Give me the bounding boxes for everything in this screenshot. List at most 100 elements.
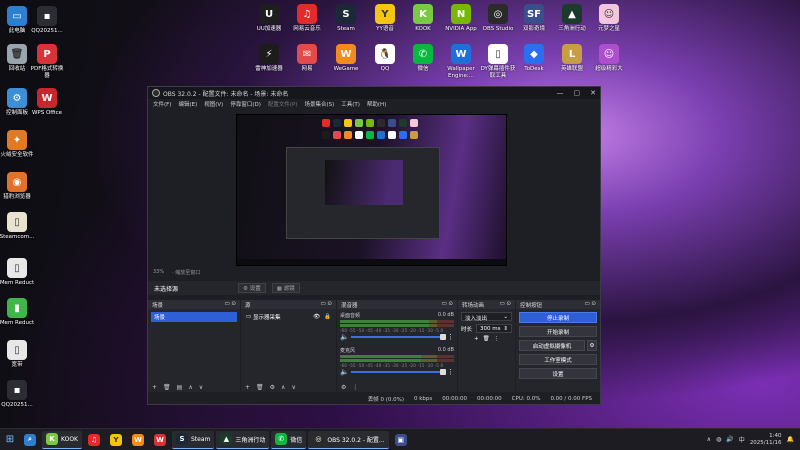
dock-menu-icon[interactable]: ▭ ⊙ xyxy=(224,301,236,308)
transition-button-0[interactable]: + xyxy=(474,336,479,342)
sources-footer-button-4[interactable]: ∨ xyxy=(291,384,295,391)
close-button[interactable]: ✕ xyxy=(590,89,596,97)
scenes-footer-button-2[interactable]: ▤ xyxy=(177,384,183,391)
taskbar-item-10[interactable]: ▣ xyxy=(391,431,411,449)
obs-titlebar[interactable]: OBS 32.0.2 - 配置文件: 未命名 - 场景: 未命名 — ▢ ✕ xyxy=(148,87,600,99)
desktop-left-icon-7[interactable]: ▮ Mem Reduct xyxy=(0,298,36,327)
desktop-second-icon-2[interactable]: W WPS Office xyxy=(28,88,66,117)
mixer-footer-button-1[interactable]: ⋮ xyxy=(352,384,358,391)
desktop-row2-icon-4[interactable]: ✆ 微信 xyxy=(404,44,442,73)
zoom-mode[interactable]: · 缩放至窗口 xyxy=(172,269,200,277)
virtual-camera-settings-icon[interactable]: ⚙ xyxy=(587,340,597,351)
control-button-3[interactable]: 工作室模式 xyxy=(519,354,597,365)
control-button-0[interactable]: 停止录制 xyxy=(519,312,597,323)
control-button-4[interactable]: 设置 xyxy=(519,368,597,379)
desktop-row2-icon-3[interactable]: 🐧 QQ xyxy=(366,44,404,73)
transition-button-1[interactable]: 🗑 xyxy=(483,336,490,342)
taskbar-item-0[interactable]: ⌕ xyxy=(20,431,40,449)
desktop-left-icon-3[interactable]: ✦ 火绒安全软件 xyxy=(0,130,36,159)
sources-footer-button-3[interactable]: ∧ xyxy=(281,384,285,391)
scenes-footer-button-0[interactable]: + xyxy=(152,384,157,391)
visibility-eye-icon[interactable]: 👁 xyxy=(313,314,320,320)
desktop-row2-icon-6[interactable]: ▯ DY弹幕插件获取工具 xyxy=(479,44,517,79)
transition-button-2[interactable]: ⋮ xyxy=(494,336,500,342)
transition-duration-input[interactable]: 300 ms ⇕ xyxy=(476,324,512,333)
desktop-left-icon-4[interactable]: ◉ 猎豹浏览器 xyxy=(0,172,36,201)
lock-icon[interactable]: 🔒 xyxy=(324,314,331,320)
source-item[interactable]: ▭ 显示器采集 👁 🔒 xyxy=(244,312,333,322)
input-method-indicator[interactable]: 中 xyxy=(739,435,745,444)
scenes-footer-button-4[interactable]: ∨ xyxy=(199,384,203,391)
desktop-row2-icon-5[interactable]: W Wallpaper Engine:... xyxy=(442,44,480,79)
taskbar-item-3[interactable]: Y xyxy=(106,431,126,449)
menu-item-1[interactable]: 编辑(E) xyxy=(178,100,197,108)
desktop-top-icon-8[interactable]: ▲ 三角洲行动 xyxy=(553,4,591,33)
desktop-top-icon-4[interactable]: K KOOK xyxy=(404,4,442,33)
taskbar-item-5[interactable]: W xyxy=(150,431,170,449)
desktop-second-icon-1[interactable]: P PDF格式转换器 xyxy=(28,44,66,79)
desktop-top-icon-9[interactable]: ☺ 元梦之星 xyxy=(590,4,628,33)
scenes-footer-button-1[interactable]: 🗑 xyxy=(163,384,171,391)
source-settings-button[interactable]: ⚙ 设置 xyxy=(238,283,266,293)
desktop-top-icon-6[interactable]: ◎ OBS Studio xyxy=(479,4,517,33)
menu-item-5[interactable]: 场景集合(S) xyxy=(304,100,334,108)
control-button-2[interactable]: 启动虚拟摄像机 xyxy=(519,340,585,351)
volume-slider[interactable] xyxy=(350,369,446,375)
maximize-button[interactable]: ▢ xyxy=(574,89,581,97)
sources-footer-button-1[interactable]: 🗑 xyxy=(256,384,264,391)
desktop-row2-icon-9[interactable]: ☺ 超级精彩大 xyxy=(590,44,628,73)
desktop-top-icon-0[interactable]: U UU加速器 xyxy=(250,4,288,33)
desktop-top-icon-3[interactable]: Y YY语音 xyxy=(366,4,404,33)
program-preview[interactable] xyxy=(236,114,507,266)
desktop-row2-icon-1[interactable]: ✉ 网易 xyxy=(288,44,326,73)
taskbar-item-2[interactable]: ♫ xyxy=(84,431,104,449)
network-icon[interactable]: ◍ xyxy=(716,436,721,443)
desktop-left-icon-8[interactable]: ▯ 宽带 xyxy=(0,340,36,369)
menu-item-4[interactable]: 配置文件(P) xyxy=(268,100,298,108)
volume-icon[interactable]: 🔊 xyxy=(726,436,733,443)
taskbar-item-8[interactable]: ✆ 微信 xyxy=(271,430,307,449)
desktop-left-icon-9[interactable]: ▪ QQ20251... xyxy=(0,380,36,409)
sources-footer-button-0[interactable]: + xyxy=(245,384,250,391)
desktop-top-icon-7[interactable]: SF 双影奇境 xyxy=(515,4,553,33)
desktop-top-icon-5[interactable]: N NVIDIA App xyxy=(442,4,480,33)
speaker-icon[interactable]: 🔈 xyxy=(340,368,349,376)
menu-item-3[interactable]: 停靠窗口(D) xyxy=(230,100,261,108)
zoom-level[interactable]: 33% xyxy=(153,269,164,277)
dock-menu-icon[interactable]: ▭ ⊙ xyxy=(584,301,596,308)
menu-item-0[interactable]: 文件(F) xyxy=(153,100,171,108)
desktop-row2-icon-7[interactable]: ◆ ToDesk xyxy=(515,44,553,73)
menu-item-6[interactable]: 工具(T) xyxy=(341,100,360,108)
dock-menu-icon[interactable]: ▭ ⊙ xyxy=(499,301,511,308)
taskbar-item-7[interactable]: ▲ 三角洲行动 xyxy=(216,430,270,449)
tray-chevron-icon[interactable]: ∧ xyxy=(707,436,711,443)
desktop-left-icon-5[interactable]: ▯ Steamcom... xyxy=(0,212,36,241)
scene-item[interactable]: 场景 xyxy=(151,312,237,322)
taskbar-item-4[interactable]: W xyxy=(128,431,148,449)
volume-slider-handle[interactable] xyxy=(440,369,446,375)
mixer-footer-button-0[interactable]: ⚙ xyxy=(341,384,346,391)
menu-item-7[interactable]: 帮助(H) xyxy=(367,100,386,108)
zoom-bar[interactable]: 33% · 缩放至窗口 xyxy=(148,269,600,277)
desktop-row2-icon-2[interactable]: W WeGame xyxy=(327,44,365,73)
control-button-1[interactable]: 开始录制 xyxy=(519,326,597,337)
track-menu-icon[interactable]: ⋮ xyxy=(447,368,454,376)
scenes-footer-button-3[interactable]: ∧ xyxy=(188,384,192,391)
volume-slider-handle[interactable] xyxy=(440,334,446,340)
taskbar-item-9[interactable]: ◎ OBS 32.0.2 - 配置... xyxy=(308,430,389,449)
desktop-second-icon-0[interactable]: ▪ QQ20251... xyxy=(28,6,66,35)
desktop-row2-icon-8[interactable]: L 英雄联盟 xyxy=(553,44,591,73)
desktop-left-icon-6[interactable]: ▯ Mem Reduct xyxy=(0,258,36,287)
menu-item-2[interactable]: 视图(V) xyxy=(204,100,223,108)
desktop-top-icon-2[interactable]: S Steam xyxy=(327,4,365,33)
clock[interactable]: 1:40 2025/11/16 xyxy=(750,433,782,447)
start-button[interactable]: ⊞ xyxy=(0,434,20,445)
taskbar-item-6[interactable]: S Steam xyxy=(172,430,215,449)
sources-footer-button-2[interactable]: ⚙ xyxy=(270,384,275,391)
volume-slider[interactable] xyxy=(350,334,446,340)
minimize-button[interactable]: — xyxy=(557,89,564,97)
desktop-row2-icon-0[interactable]: ⚡ 雷神加速器 xyxy=(250,44,288,73)
taskbar-item-1[interactable]: K KOOK xyxy=(42,430,82,449)
notification-icon[interactable]: 🔔 xyxy=(787,436,794,443)
desktop-top-icon-1[interactable]: ♫ 网易云音乐 xyxy=(288,4,326,33)
